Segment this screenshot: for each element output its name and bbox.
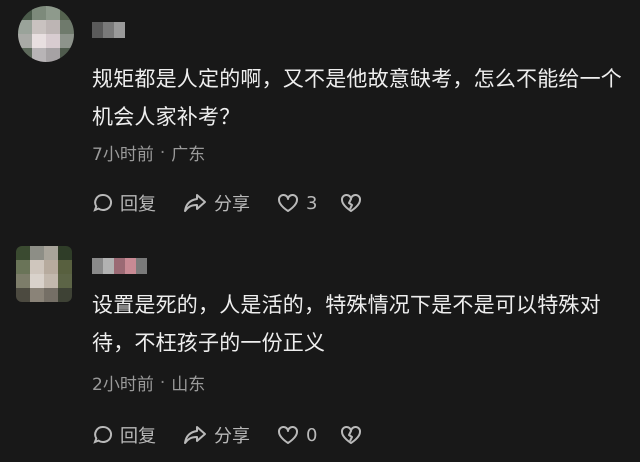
share-label: 分享 [214, 426, 250, 447]
comment-location: 山东 [171, 375, 206, 395]
share-button[interactable]: 分享 [182, 190, 250, 216]
like-button[interactable]: 3 [276, 192, 317, 214]
like-count: 0 [306, 424, 318, 446]
username-pixelated[interactable] [92, 22, 125, 38]
reply-label: 回复 [120, 194, 156, 215]
heart-icon [278, 425, 298, 444]
reply-bubble-icon [93, 425, 112, 444]
comment-meta: 7小时前 · 广东 [92, 140, 206, 166]
reply-button[interactable]: 回复 [92, 422, 156, 448]
dislike-button[interactable] [339, 424, 363, 446]
comment-text: 规矩都是人定的啊，又不是他故意缺考，怎么不能给一个机会人家补考？ [92, 67, 622, 129]
reply-button[interactable]: 回复 [92, 190, 156, 216]
share-arrow-icon [184, 426, 206, 444]
avatar[interactable] [18, 6, 74, 62]
reply-label: 回复 [120, 426, 156, 447]
share-label: 分享 [214, 194, 250, 215]
username-pixelated[interactable] [92, 258, 147, 274]
reply-bubble-icon [93, 193, 112, 212]
comment-actions: 回复 分享 3 [92, 190, 389, 216]
heart-icon [278, 193, 298, 212]
comment-text: 设置是死的，人是活的，特殊情况下是不是可以特殊对待，不枉孩子的一份正义 [92, 293, 601, 355]
comment-item: 设置是死的，人是活的，特殊情况下是不是可以特殊对待，不枉孩子的一份正义 2小时前… [0, 232, 640, 462]
share-button[interactable]: 分享 [182, 422, 250, 448]
comment-item: 规矩都是人定的啊，又不是他故意缺考，怎么不能给一个机会人家补考？ 7小时前 · … [0, 0, 640, 230]
comment-time: 2小时前 [92, 375, 154, 395]
comment-location: 广东 [171, 145, 206, 165]
meta-separator: · [159, 142, 166, 163]
like-count: 3 [306, 192, 318, 214]
share-arrow-icon [184, 194, 206, 212]
comment-meta: 2小时前 · 山东 [92, 370, 206, 396]
meta-separator: · [159, 372, 166, 393]
broken-heart-icon [341, 193, 362, 212]
avatar[interactable] [16, 246, 72, 302]
comment-actions: 回复 分享 0 [92, 422, 389, 448]
dislike-button[interactable] [339, 192, 363, 214]
broken-heart-icon [341, 425, 362, 444]
like-button[interactable]: 0 [276, 424, 317, 446]
comment-time: 7小时前 [92, 145, 154, 165]
